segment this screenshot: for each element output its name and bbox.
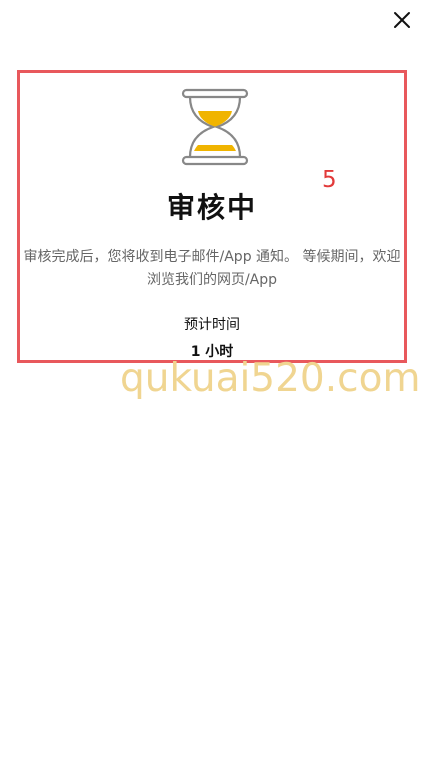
close-icon[interactable] [393, 11, 411, 29]
close-button[interactable] [388, 6, 416, 34]
eta-label: 预计时间 [184, 317, 240, 333]
hourglass-icon [181, 88, 249, 166]
watermark: qukuai520.com [120, 356, 421, 401]
review-status-panel: 5 审核中 审核完成后，您将收到电子邮件/App 通知。 等候期间，欢迎浏览我们… [17, 70, 407, 363]
status-title: 审核中 [166, 191, 257, 224]
review-status-page: 5 审核中 审核完成后，您将收到电子邮件/App 通知。 等候期间，欢迎浏览我们… [0, 0, 424, 768]
status-description: 审核完成后，您将收到电子邮件/App 通知。 等候期间，欢迎浏览我们的网页/Ap… [23, 249, 401, 288]
